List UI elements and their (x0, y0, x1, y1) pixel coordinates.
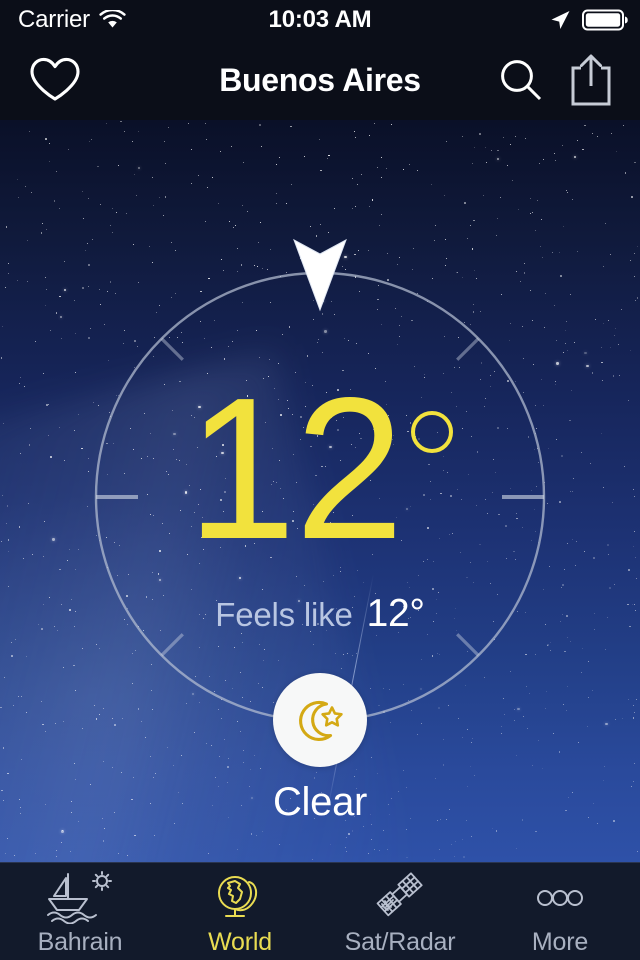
status-bar: Carrier 10:03 AM (0, 0, 640, 40)
tab-bahrain-label: Bahrain (37, 928, 123, 956)
globe-icon (218, 876, 257, 917)
search-icon (501, 60, 542, 101)
sailboat-sun-icon (47, 871, 112, 924)
heart-outline-icon (30, 57, 80, 101)
tab-sat-radar-label: Sat/Radar (344, 928, 456, 956)
tab-world-icon-wrap (211, 870, 269, 924)
tab-more-label: More (531, 928, 589, 956)
tab-world-label: World (208, 928, 272, 956)
tab-more[interactable]: More (480, 863, 640, 960)
status-bar-center: 10:03 AM (0, 0, 640, 40)
dial-diagonal-ticks (160, 337, 480, 657)
status-bar-right (548, 0, 628, 40)
tab-world[interactable]: World (160, 863, 320, 960)
clock-label: 10:03 AM (268, 6, 372, 33)
compass-marker-icon (293, 238, 347, 312)
moon-star-icon (299, 700, 343, 741)
search-button[interactable] (488, 40, 554, 120)
tab-more-icon-wrap (529, 870, 591, 924)
ellipsis-icon (537, 890, 583, 906)
weather-app-screen: 12 Feels like 12° Clear Carrier 10:03 AM… (0, 0, 640, 960)
condition-icon-button[interactable] (273, 673, 367, 767)
tab-sat-radar[interactable]: Sat/Radar (320, 863, 480, 960)
location-arrow-icon (551, 11, 570, 29)
share-button[interactable] (556, 40, 626, 120)
share-icon (571, 54, 611, 106)
tab-sat-radar-icon-wrap (369, 870, 431, 924)
favorite-button[interactable] (18, 40, 92, 120)
tab-bahrain[interactable]: Bahrain (0, 863, 160, 960)
navigation-bar: Buenos Aires (0, 40, 640, 120)
tab-bahrain-icon-wrap (44, 870, 116, 924)
satellite-icon (376, 872, 423, 917)
tab-bar: Bahrain World Sat/Radar More (0, 862, 640, 960)
battery-full-icon (582, 9, 628, 31)
